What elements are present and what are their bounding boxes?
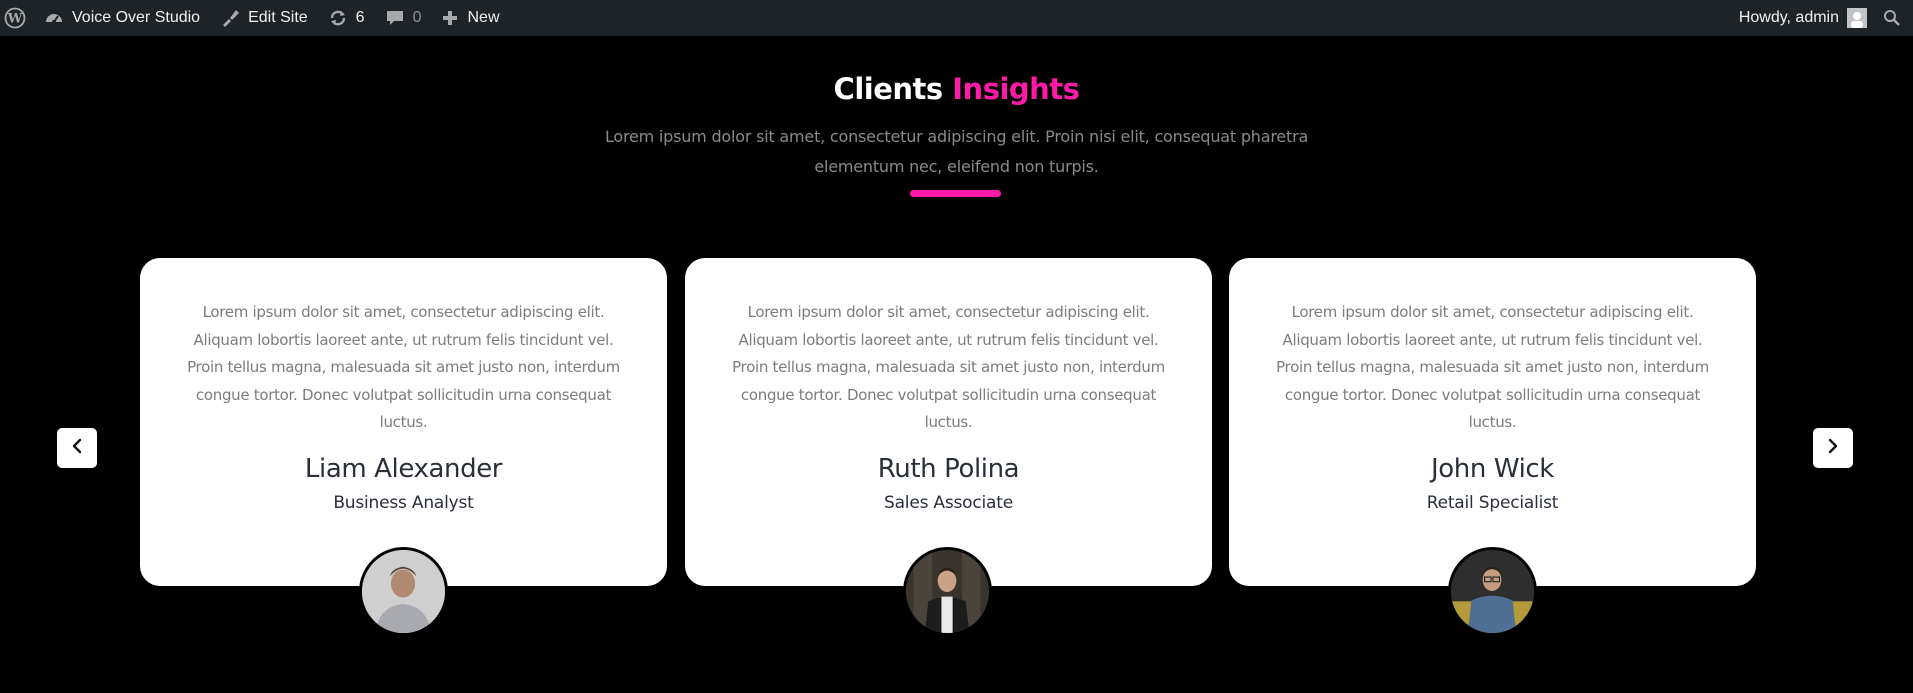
paint-brush-icon [220, 8, 240, 28]
testimonial-name: John Wick [1431, 454, 1554, 484]
wordpress-menu[interactable]: W [0, 0, 34, 36]
testimonial-quote: Lorem ipsum dolor sit amet, consectetur … [732, 303, 1165, 431]
testimonial-card: Lorem ipsum dolor sit amet, consectetur … [1229, 258, 1756, 586]
testimonial-role: Business Analyst [333, 493, 474, 513]
svg-text:W: W [7, 12, 23, 27]
carousel-next-button[interactable] [1813, 428, 1853, 468]
chevron-left-icon [69, 438, 85, 458]
updates-link[interactable]: 6 [318, 0, 375, 36]
search-icon [1883, 9, 1901, 27]
new-content-menu[interactable]: New [431, 0, 509, 36]
testimonial-role: Retail Specialist [1426, 493, 1559, 513]
section-title: Clients Insights [0, 72, 1913, 106]
refresh-icon [328, 8, 348, 28]
plus-icon [441, 9, 459, 27]
dashboard-icon [44, 8, 64, 28]
testimonial-card: Lorem ipsum dolor sit amet, consectetur … [685, 258, 1212, 586]
new-label: New [467, 9, 500, 26]
admin-avatar [1847, 8, 1867, 28]
edit-site-link[interactable]: Edit Site [210, 0, 318, 36]
comments-count: 0 [412, 9, 422, 26]
testimonial-quote: Lorem ipsum dolor sit amet, consectetur … [187, 303, 620, 431]
section-divider [910, 190, 1001, 197]
testimonial-avatar [359, 547, 448, 636]
testimonial-quote: Lorem ipsum dolor sit amet, consectetur … [1276, 303, 1709, 431]
section-title-main: Clients [833, 72, 944, 106]
search-button[interactable] [1877, 0, 1913, 36]
comments-link[interactable]: 0 [375, 0, 432, 36]
comment-bubble-icon [385, 8, 405, 28]
testimonial-card: Lorem ipsum dolor sit amet, consectetur … [140, 258, 667, 586]
section-title-accent: Insights [952, 72, 1080, 106]
account-menu[interactable]: Howdy, admin [1729, 0, 1877, 36]
testimonial-avatar [903, 547, 992, 636]
site-name-menu[interactable]: Voice Over Studio [34, 0, 210, 36]
chevron-right-icon [1825, 438, 1841, 458]
testimonial-name: Liam Alexander [304, 454, 503, 484]
site-name-label: Voice Over Studio [72, 9, 201, 26]
edit-site-label: Edit Site [248, 9, 308, 26]
testimonial-role: Sales Associate [883, 493, 1013, 513]
carousel-prev-button[interactable] [57, 428, 97, 468]
admin-bar: W Voice Over Studio Edit Site 6 0 New Ho… [0, 0, 1913, 36]
testimonial-name: Ruth Polina [877, 454, 1020, 484]
section-subtitle: Lorem ipsum dolor sit amet, consectetur … [604, 127, 1309, 176]
wordpress-logo-icon: W [4, 7, 26, 29]
updates-count: 6 [355, 9, 365, 26]
testimonial-avatar [1448, 547, 1537, 636]
howdy-label: Howdy, admin [1738, 9, 1839, 26]
